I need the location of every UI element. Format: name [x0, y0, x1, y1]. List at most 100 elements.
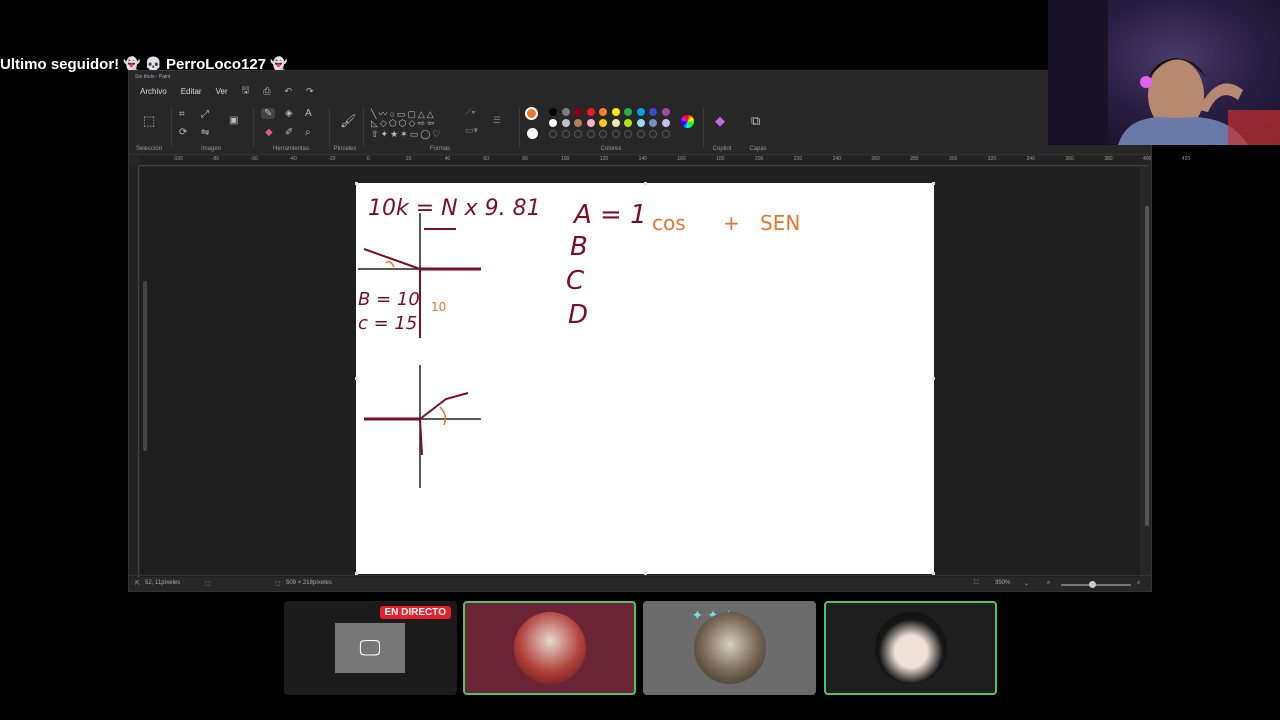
- vertical-ruler: [129, 166, 139, 578]
- zoom-level[interactable]: 350%: [995, 580, 1010, 586]
- eraser-icon[interactable]: ◆: [265, 127, 273, 138]
- image-icon[interactable]: ▣: [229, 115, 238, 126]
- menu-editar[interactable]: Editar: [176, 85, 207, 98]
- custom-color-slot[interactable]: [574, 130, 582, 138]
- color-swatch[interactable]: [611, 108, 620, 116]
- custom-color-slot[interactable]: [599, 130, 607, 138]
- participant-tile[interactable]: ✦ ✦ ✦: [643, 601, 816, 695]
- fit-screen-icon[interactable]: ⛶: [974, 580, 978, 587]
- fill-shape-icon[interactable]: ▭▾: [465, 125, 478, 136]
- avatar: [513, 612, 586, 684]
- menu-bar: Archivo Editar Ver 🖫 ⎙ ↶ ↷: [129, 83, 1151, 99]
- redo-icon[interactable]: ↷: [301, 86, 319, 97]
- color-swatch[interactable]: [549, 108, 557, 116]
- layers-icon[interactable]: ⧉: [751, 113, 760, 129]
- color-swatch[interactable]: [549, 119, 557, 127]
- menu-archivo[interactable]: Archivo: [135, 85, 172, 98]
- custom-color-slot[interactable]: [624, 130, 632, 138]
- color-swatch[interactable]: [649, 108, 657, 116]
- ruler-label: 60: [483, 156, 489, 162]
- resize-handle[interactable]: [932, 377, 935, 380]
- custom-color-slot[interactable]: [561, 130, 570, 138]
- copilot-icon[interactable]: ◆: [715, 113, 725, 129]
- zoom-in-icon[interactable]: ⌕: [1137, 580, 1140, 587]
- ribbon-divider: [703, 107, 704, 147]
- ribbon-divider: [329, 107, 330, 147]
- magnifier-icon[interactable]: ⌕: [305, 127, 311, 138]
- cursor-position: 52, 11píxeles: [145, 580, 181, 586]
- resize-handle[interactable]: [644, 182, 647, 185]
- value-b: B = 10: [358, 289, 420, 310]
- color-swatch[interactable]: [624, 119, 632, 127]
- ruler-label: 360: [1065, 156, 1074, 162]
- color-swatch[interactable]: [624, 108, 632, 116]
- custom-color-slot[interactable]: [661, 130, 670, 138]
- color-swatch[interactable]: [561, 119, 570, 127]
- custom-color-slot[interactable]: [649, 130, 657, 138]
- participant-tile-speaking[interactable]: [824, 601, 997, 695]
- ruler-label: 280: [910, 156, 919, 162]
- group-colores: ● Colores: [521, 101, 701, 155]
- chevron-down-icon[interactable]: ⌄: [1024, 580, 1029, 587]
- vertical-scrollbar[interactable]: [1145, 206, 1149, 526]
- resize-handle[interactable]: [932, 572, 935, 575]
- resize-handle[interactable]: [355, 182, 358, 185]
- color-swatch[interactable]: [574, 108, 582, 116]
- color-picker-icon[interactable]: ✐: [285, 127, 293, 138]
- color-swatch[interactable]: [574, 119, 582, 127]
- color-swatch[interactable]: [586, 108, 595, 116]
- primary-color-swatch[interactable]: [525, 107, 538, 120]
- resize-handle[interactable]: [355, 572, 358, 575]
- color-swatch[interactable]: [599, 108, 607, 116]
- group-label-copilot: Copilot: [712, 146, 732, 152]
- undo-icon[interactable]: ↶: [279, 86, 297, 97]
- rotate-icon[interactable]: ⟳: [179, 127, 187, 138]
- secondary-color-swatch[interactable]: [527, 128, 538, 139]
- color-swatch[interactable]: [599, 119, 607, 127]
- custom-color-slot[interactable]: [611, 130, 620, 138]
- menu-ver[interactable]: Ver: [211, 85, 233, 98]
- color-swatch[interactable]: [586, 119, 595, 127]
- vertical-zoom-slider[interactable]: [143, 281, 147, 451]
- pencil-icon[interactable]: ✎: [261, 108, 276, 119]
- color-swatch[interactable]: [611, 119, 620, 127]
- shapes-row2-icon[interactable]: ◺◇⬠⬡◇⇨⇦: [371, 118, 437, 129]
- drawing-canvas[interactable]: 10k = N x 9. 81 A = 1 B C D B = 10 c = 1…: [355, 182, 935, 575]
- color-wheel-icon[interactable]: ●: [681, 115, 694, 128]
- resize-icon[interactable]: ⤢: [201, 109, 209, 120]
- crop-icon[interactable]: ⌗: [179, 109, 185, 120]
- color-swatch[interactable]: [636, 108, 645, 116]
- share-icon[interactable]: ⎙: [258, 86, 275, 97]
- color-swatch[interactable]: [561, 108, 570, 116]
- drawing-strokes: 10k = N x 9. 81 A = 1 B C D B = 10 c = 1…: [358, 196, 800, 488]
- select-rectangle-icon[interactable]: ⬚: [143, 113, 155, 129]
- canvas-size-icon: ⬚: [275, 581, 281, 587]
- color-swatch[interactable]: [661, 108, 670, 116]
- participant-tile-screen[interactable]: EN DIRECTO 🖵: [284, 601, 457, 695]
- save-icon[interactable]: 🖫: [237, 83, 255, 99]
- outline-icon[interactable]: ⟋▾: [465, 107, 476, 118]
- color-swatch[interactable]: [649, 119, 657, 127]
- group-seleccion: ⬚ Selección: [129, 101, 169, 155]
- resize-handle[interactable]: [644, 572, 647, 575]
- window-title: Sin título - Paint: [135, 74, 171, 80]
- brush-icon[interactable]: 🖌: [340, 113, 357, 129]
- custom-color-slot[interactable]: [636, 130, 645, 138]
- zoom-slider[interactable]: [1061, 584, 1131, 586]
- color-swatch[interactable]: [661, 119, 670, 127]
- participant-tile-speaking[interactable]: [463, 601, 636, 695]
- resize-handle[interactable]: [932, 182, 935, 185]
- flip-icon[interactable]: ⇋: [201, 127, 209, 138]
- text-icon[interactable]: A: [305, 108, 312, 119]
- zoom-out-icon[interactable]: ⌕: [1047, 580, 1050, 587]
- zoom-slider-knob[interactable]: [1089, 581, 1096, 588]
- color-swatch[interactable]: [636, 119, 645, 127]
- custom-color-slot[interactable]: [586, 130, 595, 138]
- line-width-icon[interactable]: ☰: [493, 115, 501, 126]
- group-herramientas: ✎ ◈ A ◆ ✐ ⌕ Herramientas: [255, 101, 327, 155]
- custom-color-slot[interactable]: [549, 130, 557, 138]
- resize-handle[interactable]: [355, 377, 358, 380]
- fill-icon[interactable]: ◈: [285, 108, 293, 119]
- status-bar: ⇱ 52, 11píxeles ⬚ ⬚ 509 × 218píxeles ⛶ 3…: [129, 575, 1151, 591]
- shapes-row3-icon[interactable]: ⇧✦★✶▭◯♡: [371, 129, 442, 140]
